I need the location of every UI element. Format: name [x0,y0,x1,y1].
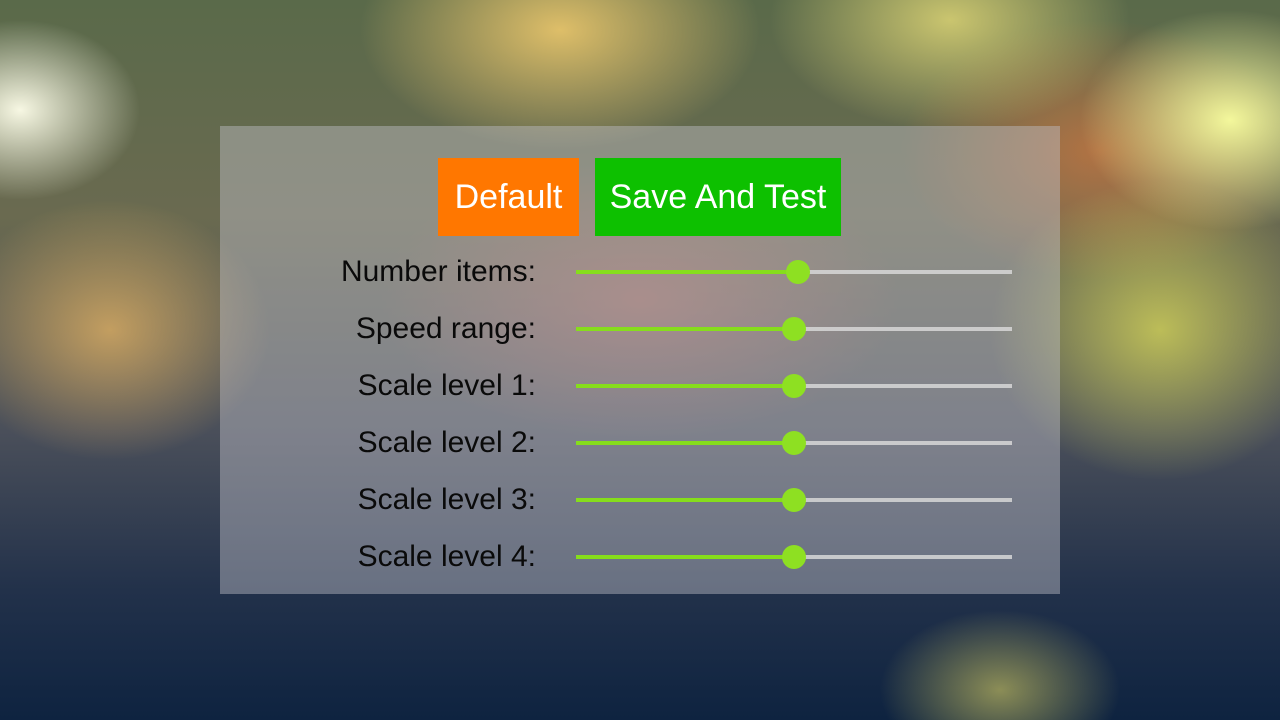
setting-row-scale-level-1: Scale level 1: [220,366,1060,406]
slider-fill [576,498,794,502]
slider-fill [576,555,794,559]
slider-thumb[interactable] [782,488,806,512]
setting-label: Speed range: [355,312,536,345]
setting-label: Scale level 2: [357,426,536,459]
slider-thumb[interactable] [782,374,806,398]
setting-label: Scale level 3: [357,483,536,516]
number-items-slider[interactable] [576,252,1012,292]
setting-row-scale-level-3: Scale level 3: [220,480,1060,520]
settings-panel: Default Save And Test Number items: Spee… [220,126,1060,594]
scale-level-1-slider[interactable] [576,366,1012,406]
setting-row-speed-range: Speed range: [220,309,1060,349]
slider-thumb[interactable] [782,545,806,569]
slider-thumb[interactable] [782,317,806,341]
setting-row-scale-level-4: Scale level 4: [220,537,1060,577]
setting-label: Number items: [340,255,536,288]
scale-level-3-slider[interactable] [576,480,1012,520]
slider-fill [576,384,794,388]
slider-fill [576,441,794,445]
slider-thumb[interactable] [782,431,806,455]
setting-label: Scale level 1: [357,369,536,402]
slider-thumb[interactable] [786,260,811,284]
setting-row-scale-level-2: Scale level 2: [220,423,1060,463]
save-and-test-button[interactable]: Save And Test [595,158,841,236]
scale-level-4-slider[interactable] [576,537,1012,577]
default-button[interactable]: Default [438,158,579,236]
setting-row-number-items: Number items: [220,252,1060,292]
slider-fill [576,327,794,331]
setting-label: Scale level 4: [357,540,536,573]
scale-level-2-slider[interactable] [576,423,1012,463]
slider-fill [576,270,799,274]
speed-range-slider[interactable] [576,309,1012,349]
